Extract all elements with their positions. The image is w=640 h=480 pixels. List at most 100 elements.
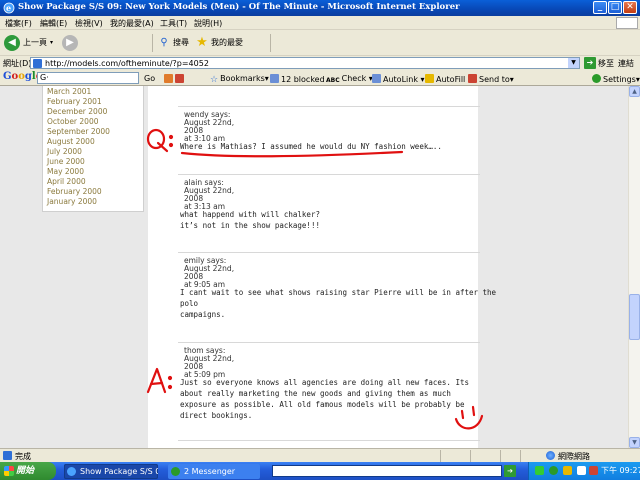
go-arrow-icon[interactable]: ➔ <box>584 57 596 69</box>
comment-body: Just so everyone knows all agencies are … <box>180 378 469 387</box>
page-done-icon <box>3 451 12 460</box>
google-options-icon[interactable] <box>164 74 186 84</box>
back-arrow-icon: ◀ <box>4 35 20 51</box>
popup-blocker-button[interactable]: 12 blocked <box>270 74 325 84</box>
messenger-icon <box>171 467 180 476</box>
back-button[interactable]: ◀ 上一頁 ▾ <box>4 34 60 52</box>
comment-body: campaigns. <box>180 310 226 319</box>
svg-text:e: e <box>6 3 11 13</box>
archive-link[interactable]: March 2001 <box>47 87 110 97</box>
close-button[interactable]: ✕ <box>623 1 637 14</box>
ie-icon: e <box>3 2 15 14</box>
links-button[interactable]: 連結 <box>618 58 634 69</box>
address-field[interactable]: http://models.com/oftheminute/?p=4052 ▼ <box>30 57 580 69</box>
address-label: 網址(D) <box>3 59 32 68</box>
tray-volume-icon[interactable] <box>577 466 586 475</box>
scroll-up-icon[interactable]: ▲ <box>629 86 640 97</box>
back-dropdown-icon[interactable]: ▾ <box>50 39 53 46</box>
scroll-thumb[interactable] <box>629 294 640 340</box>
spellcheck-icon: ABC <box>326 77 340 84</box>
maximize-button[interactable]: □ <box>608 1 622 14</box>
settings-icon <box>592 74 601 83</box>
task-label: Show Package S/S 09:... <box>80 467 158 476</box>
menu-edit[interactable]: 編輯(E) <box>40 18 67 29</box>
google-go-button[interactable]: Go <box>144 74 155 83</box>
sendto-button[interactable]: Send to▾ <box>468 74 514 84</box>
page-icon <box>33 59 42 68</box>
tray-messenger-icon[interactable] <box>549 466 558 475</box>
minimize-button[interactable]: _ <box>593 1 607 14</box>
address-input[interactable]: http://models.com/oftheminute/?p=4052 <box>45 59 209 68</box>
comment-body: what happend with will chalker? <box>180 210 320 219</box>
archive-list: March 2001 February 2001 December 2000 O… <box>47 87 110 207</box>
archive-link[interactable]: December 2000 <box>47 107 110 117</box>
autofill-icon <box>425 74 434 83</box>
comment-divider <box>178 440 480 441</box>
start-button[interactable]: 開始 <box>0 462 56 480</box>
autolink-button[interactable]: AutoLink ▾ <box>372 74 425 84</box>
archive-link[interactable]: September 2000 <box>47 127 110 137</box>
comment-body: direct bookings. <box>180 411 253 420</box>
spellcheck-button[interactable]: ABC Check ▾ <box>326 74 373 86</box>
archive-sidebar: March 2001 February 2001 December 2000 O… <box>42 86 144 212</box>
archive-link[interactable]: February 2000 <box>47 187 110 197</box>
google-search-input[interactable]: G· <box>37 72 139 84</box>
comment: alain says: August 22nd, 2008 at 3:13 am… <box>180 178 480 230</box>
taskbar-search-box[interactable]: nero <box>272 465 502 477</box>
vertical-scrollbar[interactable]: ▲ ▼ <box>628 86 640 448</box>
comment-body: Where is Mathias? I assumed he would du … <box>180 142 442 151</box>
internet-zone-icon <box>546 451 555 460</box>
windows-flag-icon <box>4 466 14 476</box>
menu-tools[interactable]: 工具(T) <box>160 18 187 29</box>
favorites-label: 我的最愛 <box>211 38 243 47</box>
tray-security-icon[interactable] <box>589 466 598 475</box>
menu-bar: 檔案(F) 編輯(E) 檢視(V) 我的最愛(A) 工具(T) 說明(H) <box>0 16 640 30</box>
standard-toolbar: ◀ 上一頁 ▾ ▶ ✕ ↻ ⌂ ⚲ 搜尋 ★ 我的最愛 ◷ ✉ ⎙ W ♣ <box>0 30 640 81</box>
menu-favorites[interactable]: 我的最愛(A) <box>110 18 154 29</box>
back-label: 上一頁 <box>23 38 47 47</box>
scroll-down-icon[interactable]: ▼ <box>629 437 640 448</box>
clock: 下午 09:27 <box>601 466 640 475</box>
archive-link[interactable]: April 2000 <box>47 177 110 187</box>
menu-view[interactable]: 檢視(V) <box>75 18 103 29</box>
taskbar-go-icon[interactable]: ➔ <box>504 465 516 477</box>
archive-link[interactable]: May 2000 <box>47 167 110 177</box>
start-label: 開始 <box>16 466 35 476</box>
archive-link[interactable]: February 2001 <box>47 97 110 107</box>
status-bar: 完成 網際網路 <box>0 448 640 462</box>
menu-help[interactable]: 說明(H) <box>194 18 222 29</box>
comment-divider <box>178 174 480 175</box>
archive-link[interactable]: January 2000 <box>47 197 110 207</box>
menu-file[interactable]: 檔案(F) <box>5 18 32 29</box>
search-button[interactable]: ⚲ 搜尋 <box>156 34 192 52</box>
archive-link[interactable]: October 2000 <box>47 117 110 127</box>
autolink-icon <box>372 74 381 83</box>
page-viewport[interactable]: March 2001 February 2001 December 2000 O… <box>0 86 628 448</box>
security-zone: 網際網路 <box>558 452 590 461</box>
bookmarks-button[interactable]: ☆ Bookmarks▾ <box>210 74 269 85</box>
title-bar[interactable]: e Show Package S/S 09: New York Models (… <box>0 0 640 16</box>
comment: thom says: August 22nd, 2008 at 5:09 pm … <box>180 346 480 422</box>
comment-body: about really marketing the new goods and… <box>180 389 451 398</box>
windows-logo-icon <box>616 17 638 29</box>
favorites-button[interactable]: ★ 我的最愛 <box>194 34 246 52</box>
autofill-button[interactable]: AutoFill <box>425 74 465 84</box>
tray-network-icon[interactable] <box>535 466 544 475</box>
search-label: 搜尋 <box>173 38 189 47</box>
taskbar-item-messenger[interactable]: 2 Messenger <box>168 464 260 479</box>
popup-blocker-icon <box>270 74 279 83</box>
comment-divider <box>178 342 480 343</box>
forward-arrow-icon: ▶ <box>62 35 78 51</box>
tray-ime-icon[interactable] <box>563 466 572 475</box>
settings-button[interactable]: Settings▾ <box>592 74 640 84</box>
taskbar-item-ie[interactable]: Show Package S/S 09:... <box>64 464 158 479</box>
archive-link[interactable]: June 2000 <box>47 157 110 167</box>
system-tray: 下午 09:27 <box>528 462 640 480</box>
archive-link[interactable]: July 2000 <box>47 147 110 157</box>
go-button[interactable]: 移至 <box>598 58 614 69</box>
archive-link[interactable]: August 2000 <box>47 137 110 147</box>
forward-button[interactable]: ▶ <box>62 34 84 52</box>
comment-body: polo <box>180 299 199 308</box>
address-dropdown-icon[interactable]: ▼ <box>568 58 579 68</box>
search-icon: ⚲ <box>160 37 168 48</box>
